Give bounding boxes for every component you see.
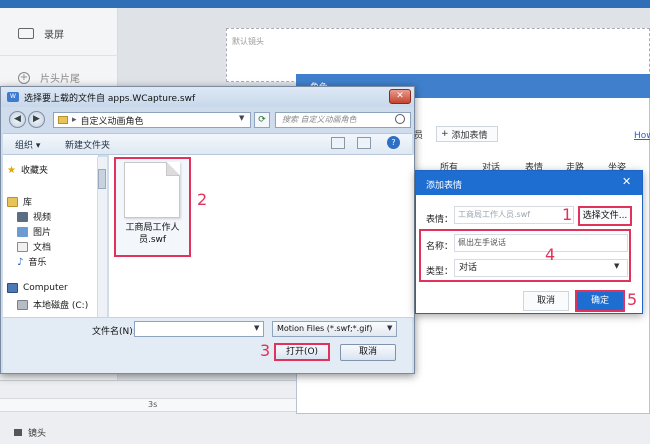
document-icon xyxy=(17,241,28,252)
filetype-dropdown-icon[interactable]: ▼ xyxy=(387,324,392,332)
stage-label: 默认镜头 xyxy=(232,37,264,46)
nav-label: 图片 xyxy=(33,228,52,238)
nav-music[interactable]: ♪ 音乐 xyxy=(17,255,47,269)
nav-local-disk[interactable]: 本地磁盘 (C:) xyxy=(17,298,88,311)
nav-label: 收藏夹 xyxy=(20,166,48,176)
select-file-button[interactable]: 选择文件... xyxy=(578,206,632,226)
nav-favorites[interactable]: ★ 收藏夹 xyxy=(7,163,48,177)
app-icon: W xyxy=(7,92,19,102)
name-label: 名称： xyxy=(426,242,454,252)
forward-icon[interactable]: ▶ xyxy=(28,111,45,128)
close-button[interactable]: ✕ xyxy=(389,89,411,104)
type-select[interactable]: 对话 xyxy=(454,259,628,277)
plus-icon: + xyxy=(441,129,449,139)
search-input[interactable]: 搜索 自定义动画角色 xyxy=(275,112,411,128)
cancel-button[interactable]: 取消 xyxy=(340,344,396,361)
filename-dropdown-icon[interactable]: ▼ xyxy=(254,324,259,332)
navigation-pane: ★ 收藏夹 库 视频 图片 文档 ♪ 音乐 Computer 本地磁盘 (C:) xyxy=(3,155,99,317)
picture-icon xyxy=(17,226,28,237)
step-marker-5: 5 xyxy=(627,290,638,309)
ruler-mark: 3s xyxy=(148,400,158,409)
path-separator: ▸ xyxy=(72,115,77,125)
intro-outro-label: 片头片尾 xyxy=(40,74,80,85)
record-screen-label: 录屏 xyxy=(44,30,64,41)
nav-pictures[interactable]: 图片 xyxy=(17,225,51,238)
expression-label: 表情： xyxy=(426,215,454,225)
file-name: 工商局工作人员.swf xyxy=(125,223,180,245)
role-side-label: 员 xyxy=(414,131,424,141)
add-expression-button[interactable]: + 添加表情 xyxy=(436,126,498,142)
nav-library[interactable]: 库 xyxy=(7,195,32,208)
plus-circle-icon: + xyxy=(18,71,30,84)
disk-icon xyxy=(17,299,28,310)
expression-dialog-title: 添加表情 xyxy=(416,171,642,195)
expression-field[interactable]: 工商局工作人员.swf xyxy=(454,206,574,224)
nav-label: Computer xyxy=(23,283,68,293)
filename-input[interactable] xyxy=(134,321,264,337)
step-marker-1: 1 xyxy=(562,205,573,224)
nav-label: 视频 xyxy=(33,213,52,223)
help-icon[interactable]: ? xyxy=(387,136,400,149)
dialog-titlebar: W 选择要上载的文件自 apps.WCapture.swf xyxy=(1,87,414,107)
open-button[interactable]: 打开(O) xyxy=(274,343,330,361)
filetype-select[interactable]: Motion Files (*.swf;*.gif) xyxy=(272,321,397,337)
nav-label: 音乐 xyxy=(28,258,47,268)
record-icon xyxy=(18,28,34,39)
type-label: 类型： xyxy=(426,267,454,277)
type-dropdown-icon[interactable]: ▼ xyxy=(614,262,619,270)
expression-cancel-button[interactable]: 取消 xyxy=(523,291,569,311)
step-marker-2: 2 xyxy=(197,190,208,209)
nav-label: 本地磁盘 (C:) xyxy=(33,301,89,311)
computer-icon xyxy=(7,283,18,293)
nav-label: 库 xyxy=(23,198,33,208)
name-input[interactable]: 佩出左手说话 xyxy=(454,234,628,252)
refresh-icon[interactable]: ⟳ xyxy=(254,112,270,128)
address-path: 自定义动画角色 xyxy=(80,116,144,127)
view-options-icon[interactable] xyxy=(331,137,345,149)
camera-icon xyxy=(14,429,22,436)
back-icon[interactable]: ◀ xyxy=(9,111,26,128)
nav-label: 文档 xyxy=(33,243,52,253)
folder-icon xyxy=(58,116,68,124)
confirm-button[interactable]: 确定 xyxy=(575,290,625,312)
library-icon xyxy=(7,196,18,207)
preview-pane-icon[interactable] xyxy=(357,137,371,149)
star-icon: ★ xyxy=(7,164,16,176)
search-icon[interactable] xyxy=(395,114,405,124)
address-dropdown-icon[interactable]: ▼ xyxy=(239,114,244,122)
record-screen-item[interactable]: 录屏 xyxy=(0,12,118,56)
nav-videos[interactable]: 视频 xyxy=(17,210,51,223)
editor-top-bar xyxy=(0,0,650,8)
filename-label: 文件名(N): xyxy=(92,327,136,337)
nav-computer[interactable]: Computer xyxy=(7,283,68,293)
organize-menu[interactable]: 组织 ▾ xyxy=(15,138,40,151)
camera-track-label: 镜头 xyxy=(14,426,46,439)
nav-scrollbar-thumb[interactable] xyxy=(98,169,106,189)
address-bar[interactable]: ▸ 自定义动画角色 xyxy=(53,112,251,128)
video-icon xyxy=(17,211,28,222)
dialog-title: 选择要上载的文件自 apps.WCapture.swf xyxy=(24,93,196,104)
step-marker-4: 4 xyxy=(545,245,556,264)
close-icon[interactable]: ✕ xyxy=(622,175,631,188)
file-document-fold xyxy=(166,162,180,176)
camera-track-text: 镜头 xyxy=(28,429,47,439)
music-icon: ♪ xyxy=(17,256,24,268)
nav-documents[interactable]: 文档 xyxy=(17,240,51,253)
new-folder-button[interactable]: 新建文件夹 xyxy=(65,138,110,151)
add-expression-label: 添加表情 xyxy=(451,130,488,141)
help-link[interactable]: How xyxy=(634,131,650,141)
step-marker-3: 3 xyxy=(260,341,271,360)
